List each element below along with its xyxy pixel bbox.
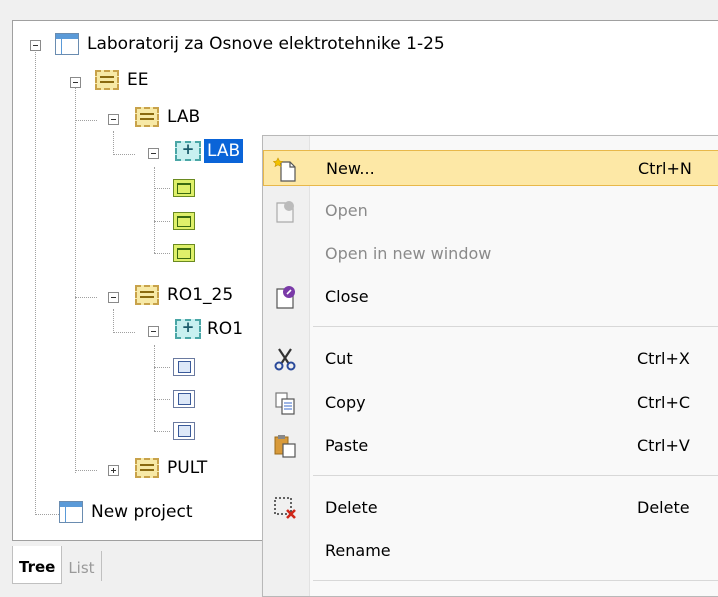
menu-item-copy-shortcut: Ctrl+C	[637, 393, 691, 412]
tree-node-root-label[interactable]: Laboratorij za Osnove elektrotehnike 1-2…	[87, 32, 445, 56]
tree-connector	[154, 399, 170, 400]
menu-item-delete[interactable]: Delete Delete	[263, 490, 718, 526]
close-icon	[276, 286, 295, 309]
folder-icon	[135, 107, 159, 127]
folder-icon	[95, 70, 119, 90]
menu-item-delete-label: Delete	[325, 498, 378, 517]
tree-node-ro1-25-label[interactable]: RO1_25	[167, 283, 233, 307]
tree-connector	[75, 297, 97, 298]
menu-item-close[interactable]: Close	[263, 279, 718, 315]
tree-node-lab-selected-label[interactable]: LAB	[204, 139, 244, 163]
tree-node-ro1-label[interactable]: RO1	[207, 317, 243, 341]
component-icon[interactable]	[173, 358, 195, 376]
component-icon[interactable]	[173, 422, 195, 440]
tree-connector	[75, 470, 97, 471]
tree-connector	[75, 83, 76, 473]
tree-connector	[154, 367, 170, 368]
component-icon[interactable]	[173, 390, 195, 408]
tree-connector	[35, 45, 36, 515]
tab-tree[interactable]: Tree	[12, 546, 63, 584]
document-icon[interactable]	[173, 244, 195, 262]
tree-node-new-project-label[interactable]: New project	[91, 500, 193, 524]
menu-item-paste-shortcut: Ctrl+V	[637, 436, 690, 455]
menu-item-open-label: Open	[325, 201, 368, 220]
collapse-toggle[interactable]	[70, 77, 81, 88]
tree-connector	[154, 253, 170, 254]
tree-connector	[154, 167, 155, 253]
tree-connector	[154, 345, 155, 431]
tree-connector	[113, 154, 135, 155]
tree-connector	[35, 514, 59, 515]
collapse-toggle[interactable]	[148, 326, 159, 337]
folder-icon	[135, 285, 159, 305]
menu-item-new-label: New...	[326, 159, 375, 178]
project-icon	[59, 501, 83, 523]
scissors-icon	[274, 348, 296, 371]
tree-connector	[113, 332, 135, 333]
collapse-toggle[interactable]	[108, 114, 119, 125]
project-icon	[55, 33, 79, 55]
menu-item-delete-shortcut: Delete	[637, 498, 690, 517]
menu-item-open-new-window-label: Open in new window	[325, 244, 492, 263]
menu-item-cut-label: Cut	[325, 349, 353, 368]
collapse-toggle[interactable]	[108, 292, 119, 303]
view-tabs: Tree List	[12, 546, 172, 597]
menu-separator	[313, 475, 718, 476]
folder-icon	[135, 458, 159, 478]
menu-separator	[313, 326, 718, 327]
open-icon	[276, 201, 294, 223]
group-icon	[175, 318, 201, 339]
menu-item-new-shortcut: Ctrl+N	[638, 159, 692, 178]
menu-item-rename-label: Rename	[325, 541, 391, 560]
menu-item-copy-label: Copy	[325, 393, 366, 412]
context-menu: New... Ctrl+N Open Open in new window Cl…	[262, 135, 718, 597]
copy-icon	[275, 392, 295, 415]
group-icon	[175, 140, 201, 161]
document-icon[interactable]	[173, 212, 195, 230]
collapse-toggle[interactable]	[30, 40, 41, 51]
tab-list[interactable]: List	[62, 551, 102, 581]
menu-item-cut-shortcut: Ctrl+X	[637, 349, 690, 368]
menu-item-rename[interactable]: Rename	[263, 533, 718, 569]
new-icon	[273, 157, 296, 182]
tree-connector	[75, 120, 97, 121]
collapse-toggle[interactable]	[148, 148, 159, 159]
menu-item-copy[interactable]: Copy Ctrl+C	[263, 385, 718, 421]
tree-node-lab-label[interactable]: LAB	[167, 105, 200, 129]
tree-node-ee-label[interactable]: EE	[127, 68, 148, 92]
tree-connector	[154, 431, 170, 432]
tree-connector	[113, 309, 114, 333]
delete-icon	[274, 497, 296, 519]
tree-connector	[154, 221, 170, 222]
menu-item-open[interactable]: Open	[263, 193, 718, 229]
menu-item-new[interactable]: New... Ctrl+N	[263, 150, 718, 186]
paste-icon	[274, 435, 296, 458]
expand-toggle[interactable]	[108, 465, 119, 476]
menu-item-paste-label: Paste	[325, 436, 369, 455]
tree-connector	[113, 131, 114, 155]
menu-item-paste[interactable]: Paste Ctrl+V	[263, 428, 718, 464]
menu-separator	[313, 580, 718, 581]
document-icon[interactable]	[173, 179, 195, 197]
menu-item-open-new-window[interactable]: Open in new window	[263, 236, 718, 272]
menu-item-cut[interactable]: Cut Ctrl+X	[263, 341, 718, 377]
tree-connector	[154, 188, 170, 189]
menu-item-close-label: Close	[325, 287, 369, 306]
tree-node-pult-label[interactable]: PULT	[167, 456, 207, 480]
